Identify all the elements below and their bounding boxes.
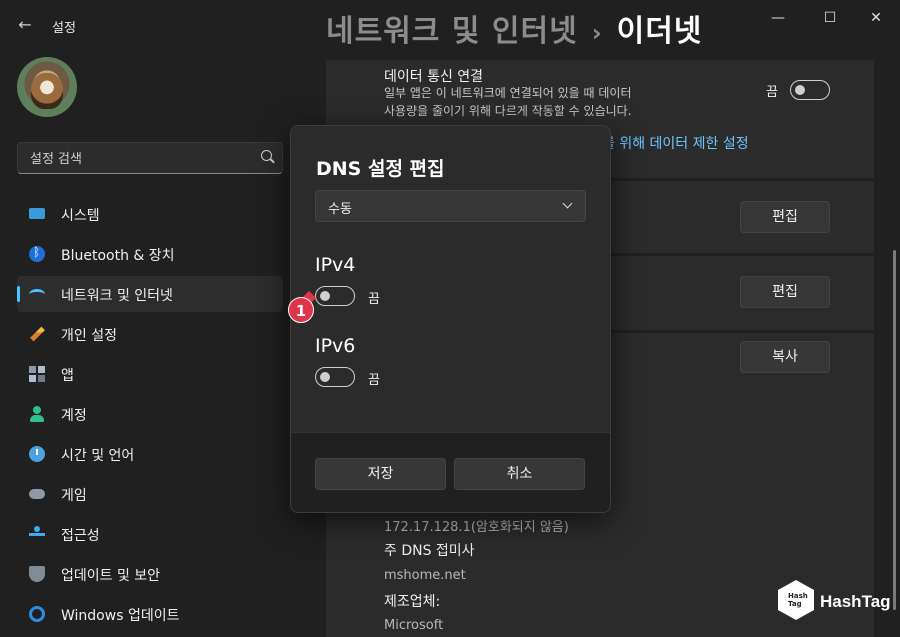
metered-title: 데이터 통신 연결: [384, 69, 484, 85]
sidebar-item-apps[interactable]: 앱: [17, 356, 283, 392]
dns-suffix-value: mshome.net: [384, 568, 466, 583]
brush-icon: [30, 326, 45, 342]
sidebar-item-windows-update[interactable]: Windows 업데이트: [17, 596, 283, 632]
sidebar-item-label: 계정: [61, 408, 87, 424]
dns-mode-dropdown[interactable]: 수동: [315, 190, 586, 222]
back-arrow-icon[interactable]: ←: [14, 14, 36, 36]
ipv6-toggle[interactable]: [315, 367, 355, 387]
edit-dns-button[interactable]: 편집: [740, 276, 830, 308]
metered-toggle-label: 끔: [766, 85, 778, 100]
sidebar-item-bluetooth[interactable]: Bluetooth & 장치: [17, 236, 283, 272]
sidebar-item-label: Windows 업데이트: [61, 608, 180, 624]
breadcrumb-separator-icon: ›: [591, 19, 603, 47]
chevron-down-icon: [562, 198, 573, 209]
sidebar-item-network[interactable]: 네트워크 및 인터넷: [17, 276, 283, 312]
time-icon: [29, 446, 45, 462]
hashtag-watermark-text: HashTag: [820, 592, 891, 611]
avatar-photo: [31, 73, 63, 109]
page-heading: 네트워크 및 인터넷 › 이더넷: [326, 6, 702, 50]
sidebar-item-gaming[interactable]: 게임: [17, 476, 283, 512]
minimize-button[interactable]: —: [758, 6, 798, 30]
avatar[interactable]: [17, 57, 77, 117]
sidebar-item-system[interactable]: 시스템: [17, 196, 283, 232]
ipv6-toggle-label: 끔: [368, 373, 380, 388]
hashtag-logo: Hash Tag: [776, 578, 816, 624]
sidebar-item-personalization[interactable]: 개인 설정: [17, 316, 283, 352]
edit-ip-button[interactable]: 편집: [740, 201, 830, 233]
search-icon[interactable]: [261, 150, 272, 161]
ipv6-label: IPv6: [315, 335, 356, 357]
sidebar-item-label: 업데이트 및 보안: [61, 568, 161, 584]
breadcrumb-parent[interactable]: 네트워크 및 인터넷: [326, 14, 578, 49]
accessibility-icon: [29, 526, 45, 542]
shield-icon: [29, 566, 45, 582]
bluetooth-icon: [29, 245, 45, 262]
dns-mode-value: 수동: [328, 202, 352, 217]
dialog-footer: 저장 취소: [291, 432, 610, 512]
save-button[interactable]: 저장: [315, 458, 446, 490]
sidebar-item-label: Bluetooth & 장치: [61, 248, 175, 264]
ipv4-label: IPv4: [315, 254, 356, 276]
maximize-button[interactable]: ☐: [810, 6, 850, 30]
sidebar-item-label: 접근성: [61, 528, 100, 544]
hashtag-cube-text: Hash Tag: [788, 592, 808, 608]
gamepad-icon: [29, 489, 45, 499]
apps-icon: [29, 366, 45, 382]
sidebar-item-accessibility[interactable]: 접근성: [17, 516, 283, 552]
sidebar-item-label: 시스템: [61, 208, 100, 224]
app-title: 설정: [52, 21, 76, 36]
update-icon: [29, 606, 45, 622]
cancel-button[interactable]: 취소: [454, 458, 585, 490]
copy-button[interactable]: 복사: [740, 341, 830, 373]
sidebar-item-accounts[interactable]: 계정: [17, 396, 283, 432]
ipv4-toggle-label: 끔: [368, 292, 380, 307]
sidebar-item-update-security[interactable]: 업데이트 및 보안: [17, 556, 283, 592]
sidebar-item-label: 개인 설정: [61, 328, 117, 344]
system-icon: [29, 208, 45, 219]
scrollbar[interactable]: [893, 250, 896, 610]
metered-desc-line1: 일부 앱은 이 네트워크에 연결되어 있을 때 데이터: [384, 86, 632, 100]
sidebar-item-label: 앱: [61, 368, 74, 384]
metered-toggle[interactable]: [790, 80, 830, 100]
search-input[interactable]: [28, 149, 252, 169]
account-icon: [29, 406, 45, 422]
sidebar-nav: 시스템 Bluetooth & 장치 네트워크 및 인터넷 개인 설정 앱 계정…: [17, 196, 283, 636]
wifi-icon: [29, 289, 45, 300]
breadcrumb-current: 이더넷: [616, 14, 703, 49]
manufacturer-label: 제조업체:: [384, 594, 441, 610]
data-limit-link[interactable]: 를 위해 데이터 제한 설정: [602, 133, 749, 153]
sidebar-item-time-language[interactable]: 시간 및 언어: [17, 436, 283, 472]
dialog-title: DNS 설정 편집: [316, 158, 445, 180]
sidebar-item-label: 네트워크 및 인터넷: [61, 288, 173, 304]
step-marker: 1: [288, 297, 314, 323]
close-button[interactable]: ✕: [856, 6, 896, 30]
search-box[interactable]: [17, 142, 283, 174]
metered-desc-line2: 사용량을 줄이기 위해 다르게 작동할 수 있습니다.: [384, 104, 632, 118]
ipv4-toggle[interactable]: [315, 286, 355, 306]
dns-suffix-label: 주 DNS 접미사: [384, 543, 475, 559]
dns-server-value: 172.17.128.1(암호화되지 않음): [384, 520, 569, 535]
sidebar-item-label: 게임: [61, 488, 87, 504]
dns-settings-dialog: DNS 설정 편집 수동 IPv4 끔 IPv6 끔 저장 취소: [290, 125, 611, 513]
title-bar: ← 설정 네트워크 및 인터넷 › 이더넷 — ☐ ✕: [0, 0, 900, 50]
sidebar-item-label: 시간 및 언어: [61, 448, 135, 464]
manufacturer-value: Microsoft: [384, 618, 444, 633]
